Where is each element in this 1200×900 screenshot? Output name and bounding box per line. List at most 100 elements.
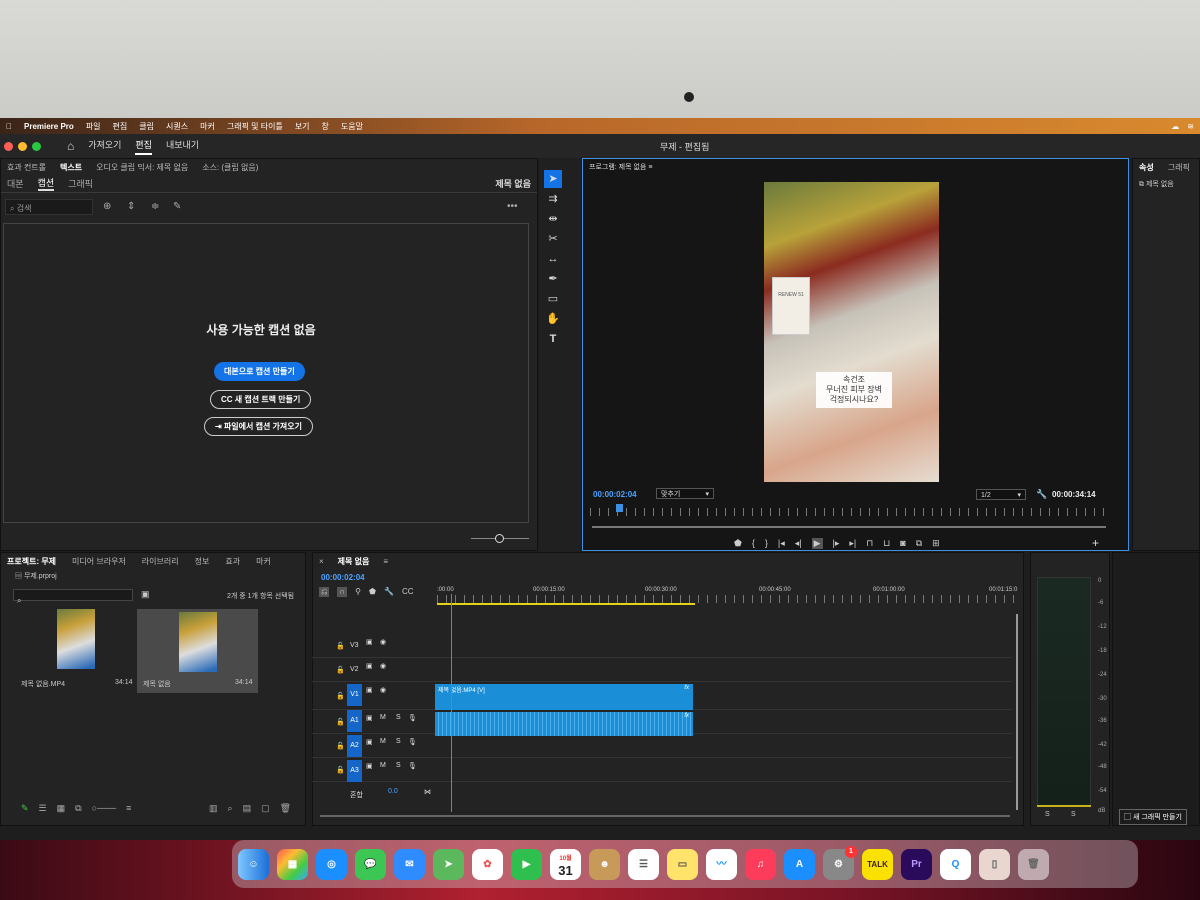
track-a2[interactable]: 🔓 ▣ M S 🎙 — [312, 734, 1012, 758]
selection-tool-icon[interactable]: ➤ — [544, 170, 562, 188]
tab-sequence[interactable]: 제목 없음 — [338, 556, 370, 567]
tab-media-browser[interactable]: 미디어 브라우저 — [72, 556, 126, 567]
eye-icon[interactable]: ◉ — [380, 686, 386, 694]
razor-tool-icon[interactable]: ✂ — [544, 230, 562, 248]
minimize-window-button[interactable] — [18, 141, 27, 151]
project-search-input[interactable]: ⌕ — [13, 589, 133, 605]
menu-file[interactable]: 파일 — [86, 121, 101, 132]
go-to-in-icon[interactable]: |◂ — [778, 538, 785, 549]
mail-icon[interactable]: ✉ — [394, 848, 425, 880]
trash-icon[interactable]: 🗑 — [1018, 848, 1049, 880]
subtab-captions[interactable]: 캡션 — [37, 176, 55, 191]
extract-icon[interactable]: ⊔ — [883, 538, 890, 549]
subtab-graphics[interactable]: 그래픽 — [68, 177, 93, 190]
document-thumbnail-icon[interactable]: ▯ — [979, 848, 1010, 880]
program-playhead[interactable] — [616, 504, 623, 512]
tab-source[interactable]: 소스: (클립 없음) — [202, 162, 258, 173]
lock-icon[interactable]: 🔓 — [336, 742, 345, 750]
close-tab-icon[interactable]: × — [319, 557, 324, 566]
program-time-ruler[interactable] — [590, 508, 1106, 516]
track-target-a3[interactable]: A3 — [347, 760, 362, 782]
menu-sequence[interactable]: 시퀀스 — [166, 121, 188, 132]
rectangle-tool-icon[interactable]: ▭ — [544, 290, 562, 308]
kakaotalk-icon[interactable]: TALK — [862, 848, 893, 880]
lock-icon[interactable]: 🔓 — [336, 718, 345, 726]
tab-effect-controls[interactable]: 효과 컨트롤 — [7, 162, 46, 173]
mic-icon[interactable]: 🎙 — [408, 762, 417, 770]
fit-dropdown[interactable]: 맞추기 ▾ — [656, 488, 714, 499]
facetime-icon[interactable]: ▶ — [511, 848, 542, 880]
captions-icon[interactable]: CC — [402, 587, 414, 597]
panel-menu-icon[interactable]: ≡ — [648, 164, 652, 171]
new-caption-track-button[interactable]: CC 새 캡션 트랙 만들기 — [210, 390, 312, 409]
thumbnail-size-slider[interactable]: ○─── — [92, 803, 117, 814]
tab-text[interactable]: 텍스트 — [60, 162, 82, 173]
home-icon[interactable]: ⌂ — [67, 139, 74, 153]
type-tool-icon[interactable]: T — [544, 330, 562, 348]
snap-icon[interactable]: ∩ — [337, 587, 348, 597]
mix-volume-value[interactable]: 0.0 — [388, 788, 398, 795]
new-graphic-button[interactable]: ▢ 새 그래픽 만들기 — [1119, 809, 1187, 825]
eye-icon[interactable]: ◉ — [380, 638, 386, 646]
mute-button[interactable]: M — [380, 762, 386, 769]
lock-icon[interactable]: 🔓 — [336, 692, 345, 700]
go-to-out-icon[interactable]: ▸| — [849, 538, 856, 549]
freeform-view-icon[interactable]: ⧉ — [75, 803, 81, 814]
comparison-view-icon[interactable]: ⧉ — [916, 538, 922, 549]
trash-icon[interactable]: 🗑 — [280, 803, 291, 814]
import-captions-button[interactable]: ⇥ 파일에서 캡션 가져오기 — [204, 417, 313, 436]
calendar-icon[interactable]: 10월 31 — [550, 848, 581, 880]
messages-icon[interactable]: 💬 — [355, 848, 386, 880]
project-item-clip[interactable]: 제목 없음.MP4 34:14 — [13, 609, 133, 688]
lock-icon[interactable]: 🔓 — [336, 666, 345, 674]
sync-lock-icon[interactable]: ▣ — [366, 638, 373, 646]
sync-lock-icon[interactable]: ▣ — [366, 738, 373, 746]
lift-icon[interactable]: ⊓ — [866, 538, 873, 549]
list-view-icon[interactable]: ☰ — [39, 803, 47, 814]
add-marker-icon[interactable]: ⬟ — [734, 538, 742, 549]
add-marker-icon[interactable]: ⬟ — [369, 587, 376, 597]
settings-wrench-icon[interactable]: 🔧 — [384, 587, 394, 597]
step-forward-icon[interactable]: |▸ — [833, 538, 840, 549]
timeline-ruler[interactable] — [437, 595, 1017, 603]
music-icon[interactable]: ♫ — [745, 848, 776, 880]
split-icon[interactable]: ≑ — [151, 201, 159, 212]
timeline-horizontal-scrollbar[interactable] — [320, 815, 1010, 817]
pencil-icon[interactable]: ✎ — [21, 803, 29, 814]
project-item-sequence[interactable]: 제목 없음 34:14 — [137, 609, 258, 693]
slip-tool-icon[interactable]: ↔ — [544, 250, 562, 268]
work-area-bar[interactable] — [437, 603, 695, 605]
lock-icon[interactable]: 🔓 — [336, 766, 345, 774]
freeform-icon[interactable]: 〰 — [706, 848, 737, 880]
track-v2[interactable]: 🔓 V2 ▣ ◉ — [312, 658, 1012, 682]
wifi-icon[interactable]: ≋ — [1187, 122, 1194, 131]
tab-properties[interactable]: 속성 — [1139, 162, 1154, 173]
launchpad-icon[interactable]: ▦ — [277, 848, 308, 880]
menu-edit[interactable]: 편집 — [113, 121, 128, 132]
lock-icon[interactable]: 🔓 — [336, 642, 345, 650]
timeline-vertical-scrollbar[interactable] — [1016, 614, 1018, 810]
menu-marker[interactable]: 마커 — [200, 121, 215, 132]
subtab-transcript[interactable]: 대본 — [7, 177, 24, 190]
find-icon[interactable]: ⌕ — [228, 803, 233, 814]
solo-button[interactable]: S — [396, 738, 401, 745]
zoom-window-button[interactable] — [32, 141, 41, 151]
zoom-slider-handle[interactable] — [495, 534, 504, 543]
program-scrollbar[interactable] — [592, 526, 1106, 528]
tab-edit[interactable]: 편집 — [135, 138, 152, 155]
sort-icon[interactable]: ≡ — [126, 803, 131, 814]
mark-in-icon[interactable]: { — [752, 538, 755, 549]
mic-icon[interactable]: 🎙 — [408, 738, 417, 746]
more-options-icon[interactable]: ••• — [507, 201, 518, 212]
contacts-icon[interactable]: ☻ — [589, 848, 620, 880]
wrench-icon[interactable]: 🔧 — [1036, 489, 1047, 500]
track-v3[interactable]: 🔓 V3 ▣ ◉ — [312, 634, 1012, 658]
pen-tool-icon[interactable]: ✒ — [544, 270, 562, 288]
track-a3[interactable]: 🔓 ▣ M S 🎙 — [312, 758, 1012, 782]
new-bin-icon[interactable]: ▣ — [141, 589, 150, 600]
program-current-timecode[interactable]: 00:00:02:04 — [593, 490, 637, 499]
tab-audio-mixer[interactable]: 오디오 클립 믹서: 제목 없음 — [96, 162, 188, 173]
cloud-icon[interactable]: ☁ — [1171, 122, 1179, 131]
menu-graphics[interactable]: 그래픽 및 타이틀 — [227, 121, 283, 132]
tab-project[interactable]: 프로젝트: 무제 — [7, 556, 56, 567]
